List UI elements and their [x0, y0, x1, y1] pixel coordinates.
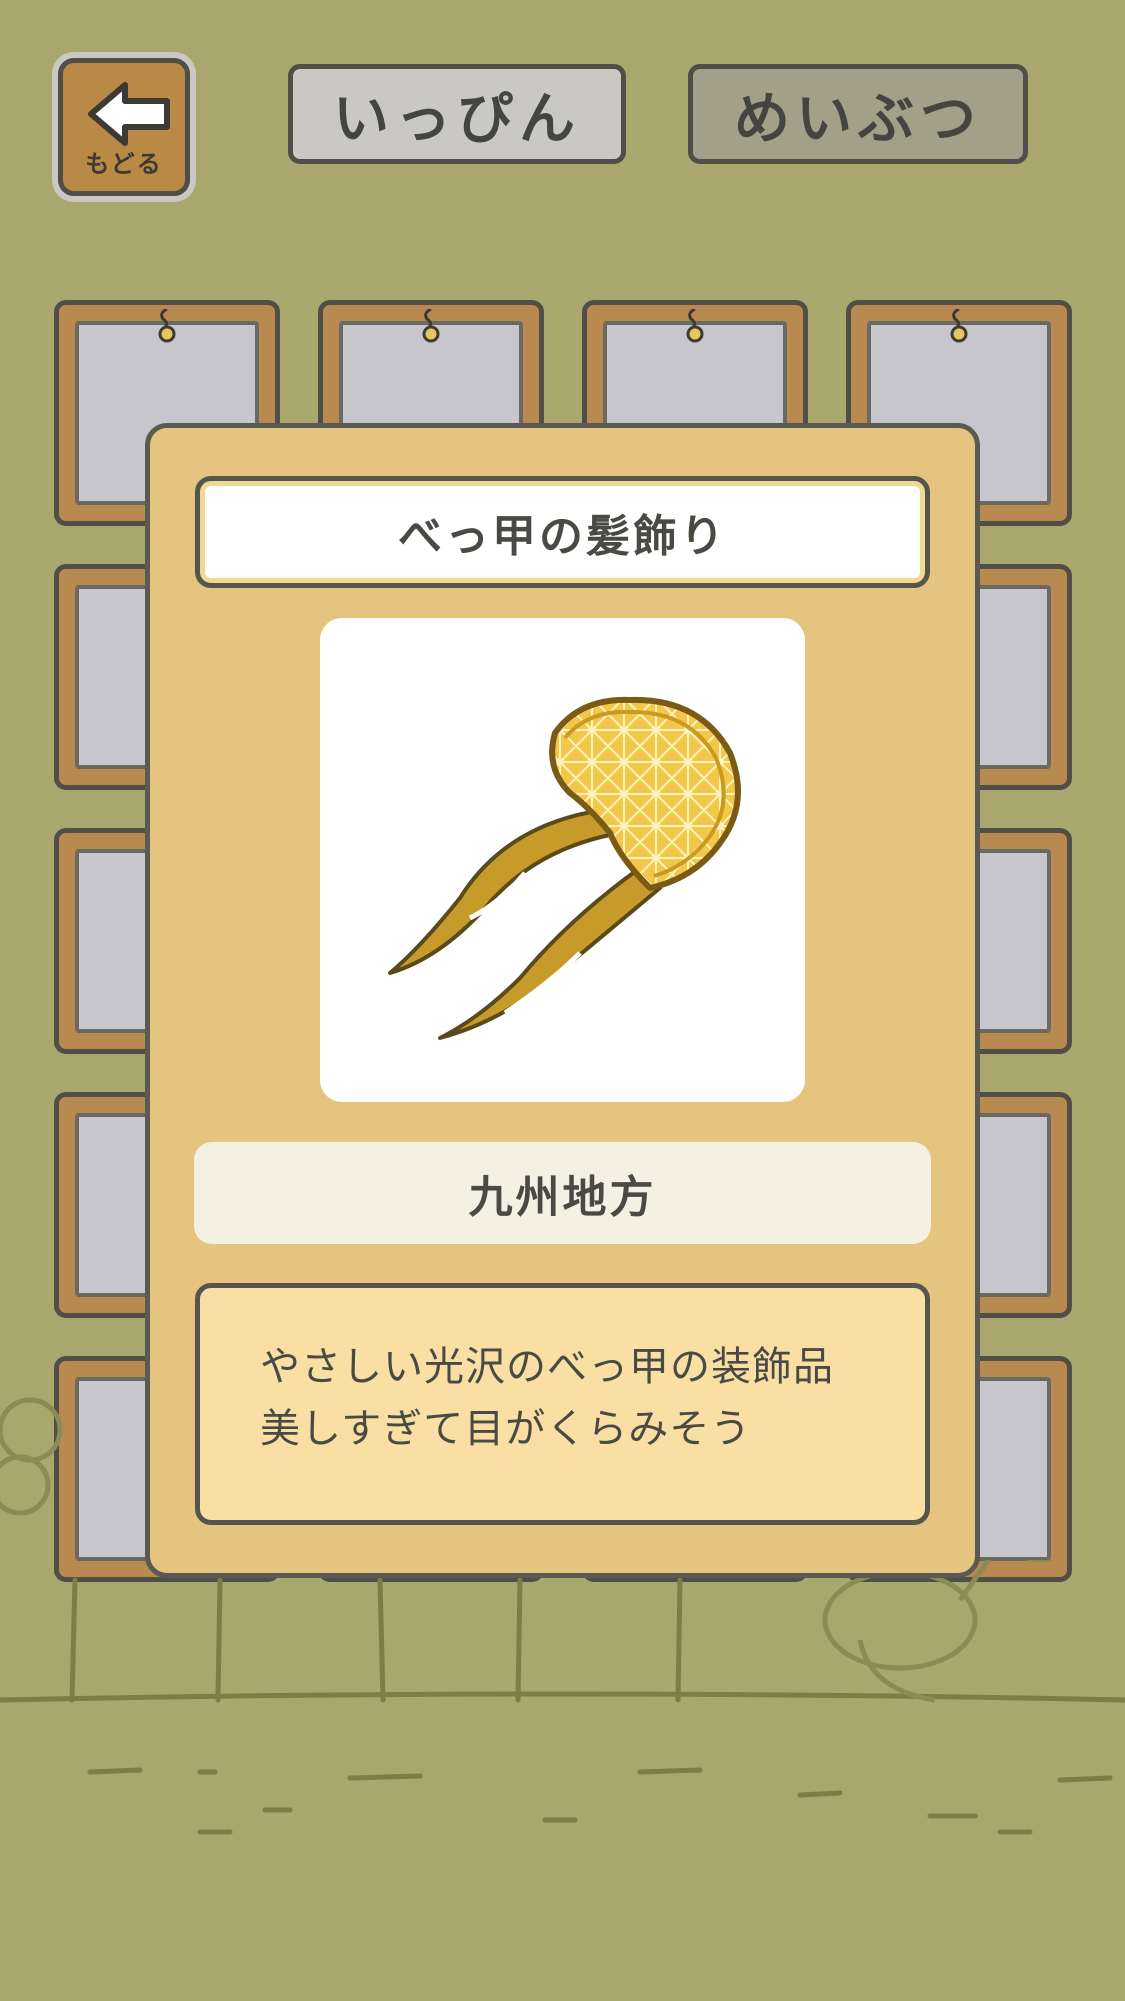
back-button[interactable]: もどる — [58, 58, 190, 196]
hook-icon — [686, 309, 704, 343]
item-title: べっ甲の髪飾り — [195, 476, 930, 588]
ground-decoration — [0, 1560, 1125, 1835]
item-region: 九州地方 — [194, 1142, 931, 1244]
tab-ippin[interactable]: いっぴん — [288, 64, 626, 164]
clover-left-decoration — [0, 1397, 63, 1516]
item-description: やさしい光沢のべっ甲の装飾品 美しすぎて目がくらみそう — [195, 1283, 930, 1525]
description-line: 美しすぎて目がくらみそう — [260, 1406, 752, 1452]
description-line: やさしい光沢のべっ甲の装飾品 — [260, 1344, 834, 1390]
hook-icon — [422, 309, 440, 343]
hook-icon — [950, 309, 968, 343]
hook-icon — [158, 309, 176, 343]
tortoiseshell-hairpin-icon — [388, 696, 741, 1040]
arrow-left-icon — [88, 82, 170, 146]
tab-meibutsu[interactable]: めいぶつ — [688, 64, 1028, 164]
item-image-panel — [320, 618, 805, 1102]
back-label: もどる — [85, 150, 163, 178]
